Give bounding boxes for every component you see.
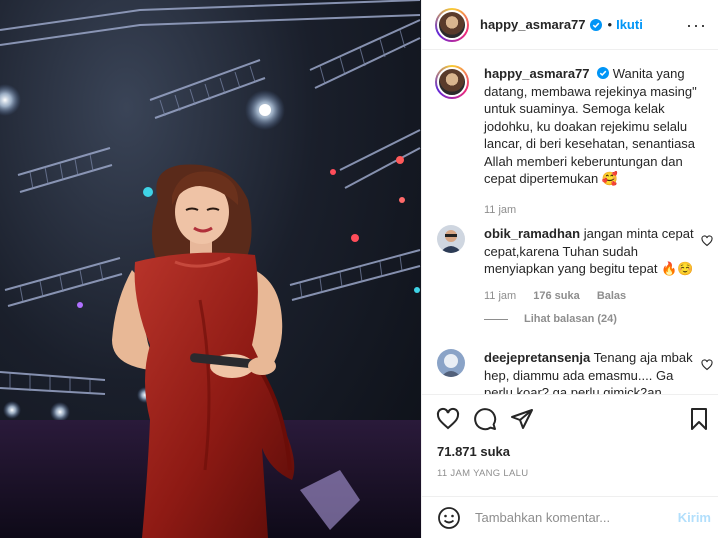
caption-body: Wanita yang datang, membawa rejekinya ma…	[484, 66, 697, 186]
replies-divider	[484, 318, 508, 320]
view-replies-label: Lihat balasan (24)	[524, 313, 617, 325]
avatar-image	[437, 225, 465, 253]
header-separator: •	[607, 17, 613, 32]
save-bookmark-icon[interactable]	[687, 407, 711, 431]
follow-button[interactable]: Ikuti	[616, 17, 643, 32]
comment-like-heart-icon[interactable]	[701, 359, 713, 371]
comment-username[interactable]: deejepretansenja	[484, 350, 590, 365]
share-paper-plane-icon[interactable]	[510, 407, 534, 431]
instagram-post-modal: happy_asmara77 • Ikuti ··· happy_asmara7…	[0, 0, 718, 538]
action-icons	[436, 407, 534, 431]
caption-text: happy_asmara77 Wanita yang datang, memba…	[484, 65, 709, 219]
comment-likes[interactable]: 176 suka	[533, 290, 579, 302]
post-actions: 71.871 suka 11 JAM YANG LALU	[422, 394, 718, 508]
like-heart-icon[interactable]	[436, 407, 460, 431]
verified-badge-icon	[597, 67, 610, 79]
caption: happy_asmara77 Wanita yang datang, memba…	[435, 65, 715, 219]
comment-item: obik_ramadhan jangan minta cepat cepat,k…	[437, 225, 717, 305]
post-side-panel: happy_asmara77 • Ikuti ··· happy_asmara7…	[421, 0, 718, 538]
caption-avatar[interactable]	[435, 65, 469, 99]
more-options-icon[interactable]: ···	[686, 15, 707, 36]
comment-avatar[interactable]	[437, 349, 465, 377]
post-header: happy_asmara77 • Ikuti ···	[422, 0, 718, 50]
emoji-icon[interactable]	[437, 506, 461, 530]
verified-badge-icon	[589, 18, 602, 31]
reply-button[interactable]: Balas	[597, 290, 626, 302]
likes-count[interactable]: 71.871 suka	[437, 444, 510, 459]
header-username[interactable]: happy_asmara77	[480, 17, 586, 32]
comment-username[interactable]: obik_ramadhan	[484, 226, 580, 241]
caption-time[interactable]: 11 jam	[484, 202, 709, 220]
comment-avatar[interactable]	[437, 225, 465, 253]
comment-text: deejepretansenja Tenang aja mbak hep, di…	[484, 349, 694, 394]
comments-section[interactable]: happy_asmara77 Wanita yang datang, memba…	[422, 51, 718, 394]
caption-username[interactable]: happy_asmara77	[484, 66, 590, 81]
comment-item: deejepretansenja Tenang aja mbak hep, di…	[437, 349, 717, 394]
avatar-image	[437, 349, 465, 377]
comment-text: obik_ramadhan jangan minta cepat cepat,k…	[484, 225, 694, 305]
add-comment-input[interactable]: Tambahkan komentar...	[475, 510, 678, 525]
comment-time[interactable]: 11 jam	[484, 290, 516, 302]
comment-like-heart-icon[interactable]	[701, 235, 713, 247]
comment-bubble-icon[interactable]	[473, 407, 497, 431]
add-comment-bar: Tambahkan komentar... Kirim	[422, 496, 718, 538]
post-comment-button[interactable]: Kirim	[678, 510, 711, 525]
post-timestamp[interactable]: 11 JAM YANG LALU	[437, 468, 528, 479]
view-replies-button[interactable]: Lihat balasan (24)	[484, 313, 617, 325]
stage-photo-illustration	[0, 0, 421, 538]
comment-meta: 11 jam 176 suka Balas	[484, 288, 694, 306]
header-avatar[interactable]	[435, 7, 469, 42]
post-photo[interactable]	[0, 0, 421, 538]
